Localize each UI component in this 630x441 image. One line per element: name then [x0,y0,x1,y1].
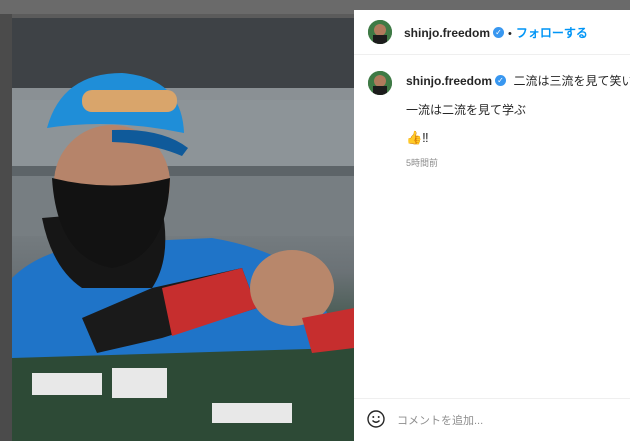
background-left [0,14,12,441]
post-header: shinjo.freedom ✓ • フォローする [354,10,630,55]
verified-badge-icon: ✓ [495,75,507,87]
caption-avatar-image [368,71,392,95]
verified-badge-icon: ✓ [493,27,505,39]
avatar-image [368,20,392,44]
caption-username[interactable]: shinjo.freedom [406,74,492,88]
post-timestamp[interactable]: 5時間前 [406,156,438,169]
separator-dot: • [508,28,512,40]
caption-line-2: 一流は二流を見て学ぶ [406,103,527,117]
post-photo[interactable] [12,18,354,441]
header-username[interactable]: shinjo.freedom [404,26,490,40]
follow-button[interactable]: フォローする [516,26,588,40]
post-photo-illustration [12,18,354,441]
header-user-row: shinjo.freedom ✓ • フォローする [404,24,588,42]
caption-avatar[interactable] [368,71,392,95]
smile-icon[interactable] [367,410,385,428]
avatar[interactable] [368,20,392,44]
post-side-panel: shinjo.freedom ✓ • フォローする shinjo.freedom ✓ 二… [354,10,630,441]
caption-emoji: 👍‼ [406,130,429,145]
caption-first-row: shinjo.freedom ✓ 二流は三流を見て笑い [406,72,630,90]
comment-input[interactable]: コメントを追加... [397,412,483,428]
caption-line-1: 二流は三流を見て笑い [513,74,630,88]
comment-bar: コメントを追加... [354,398,630,441]
